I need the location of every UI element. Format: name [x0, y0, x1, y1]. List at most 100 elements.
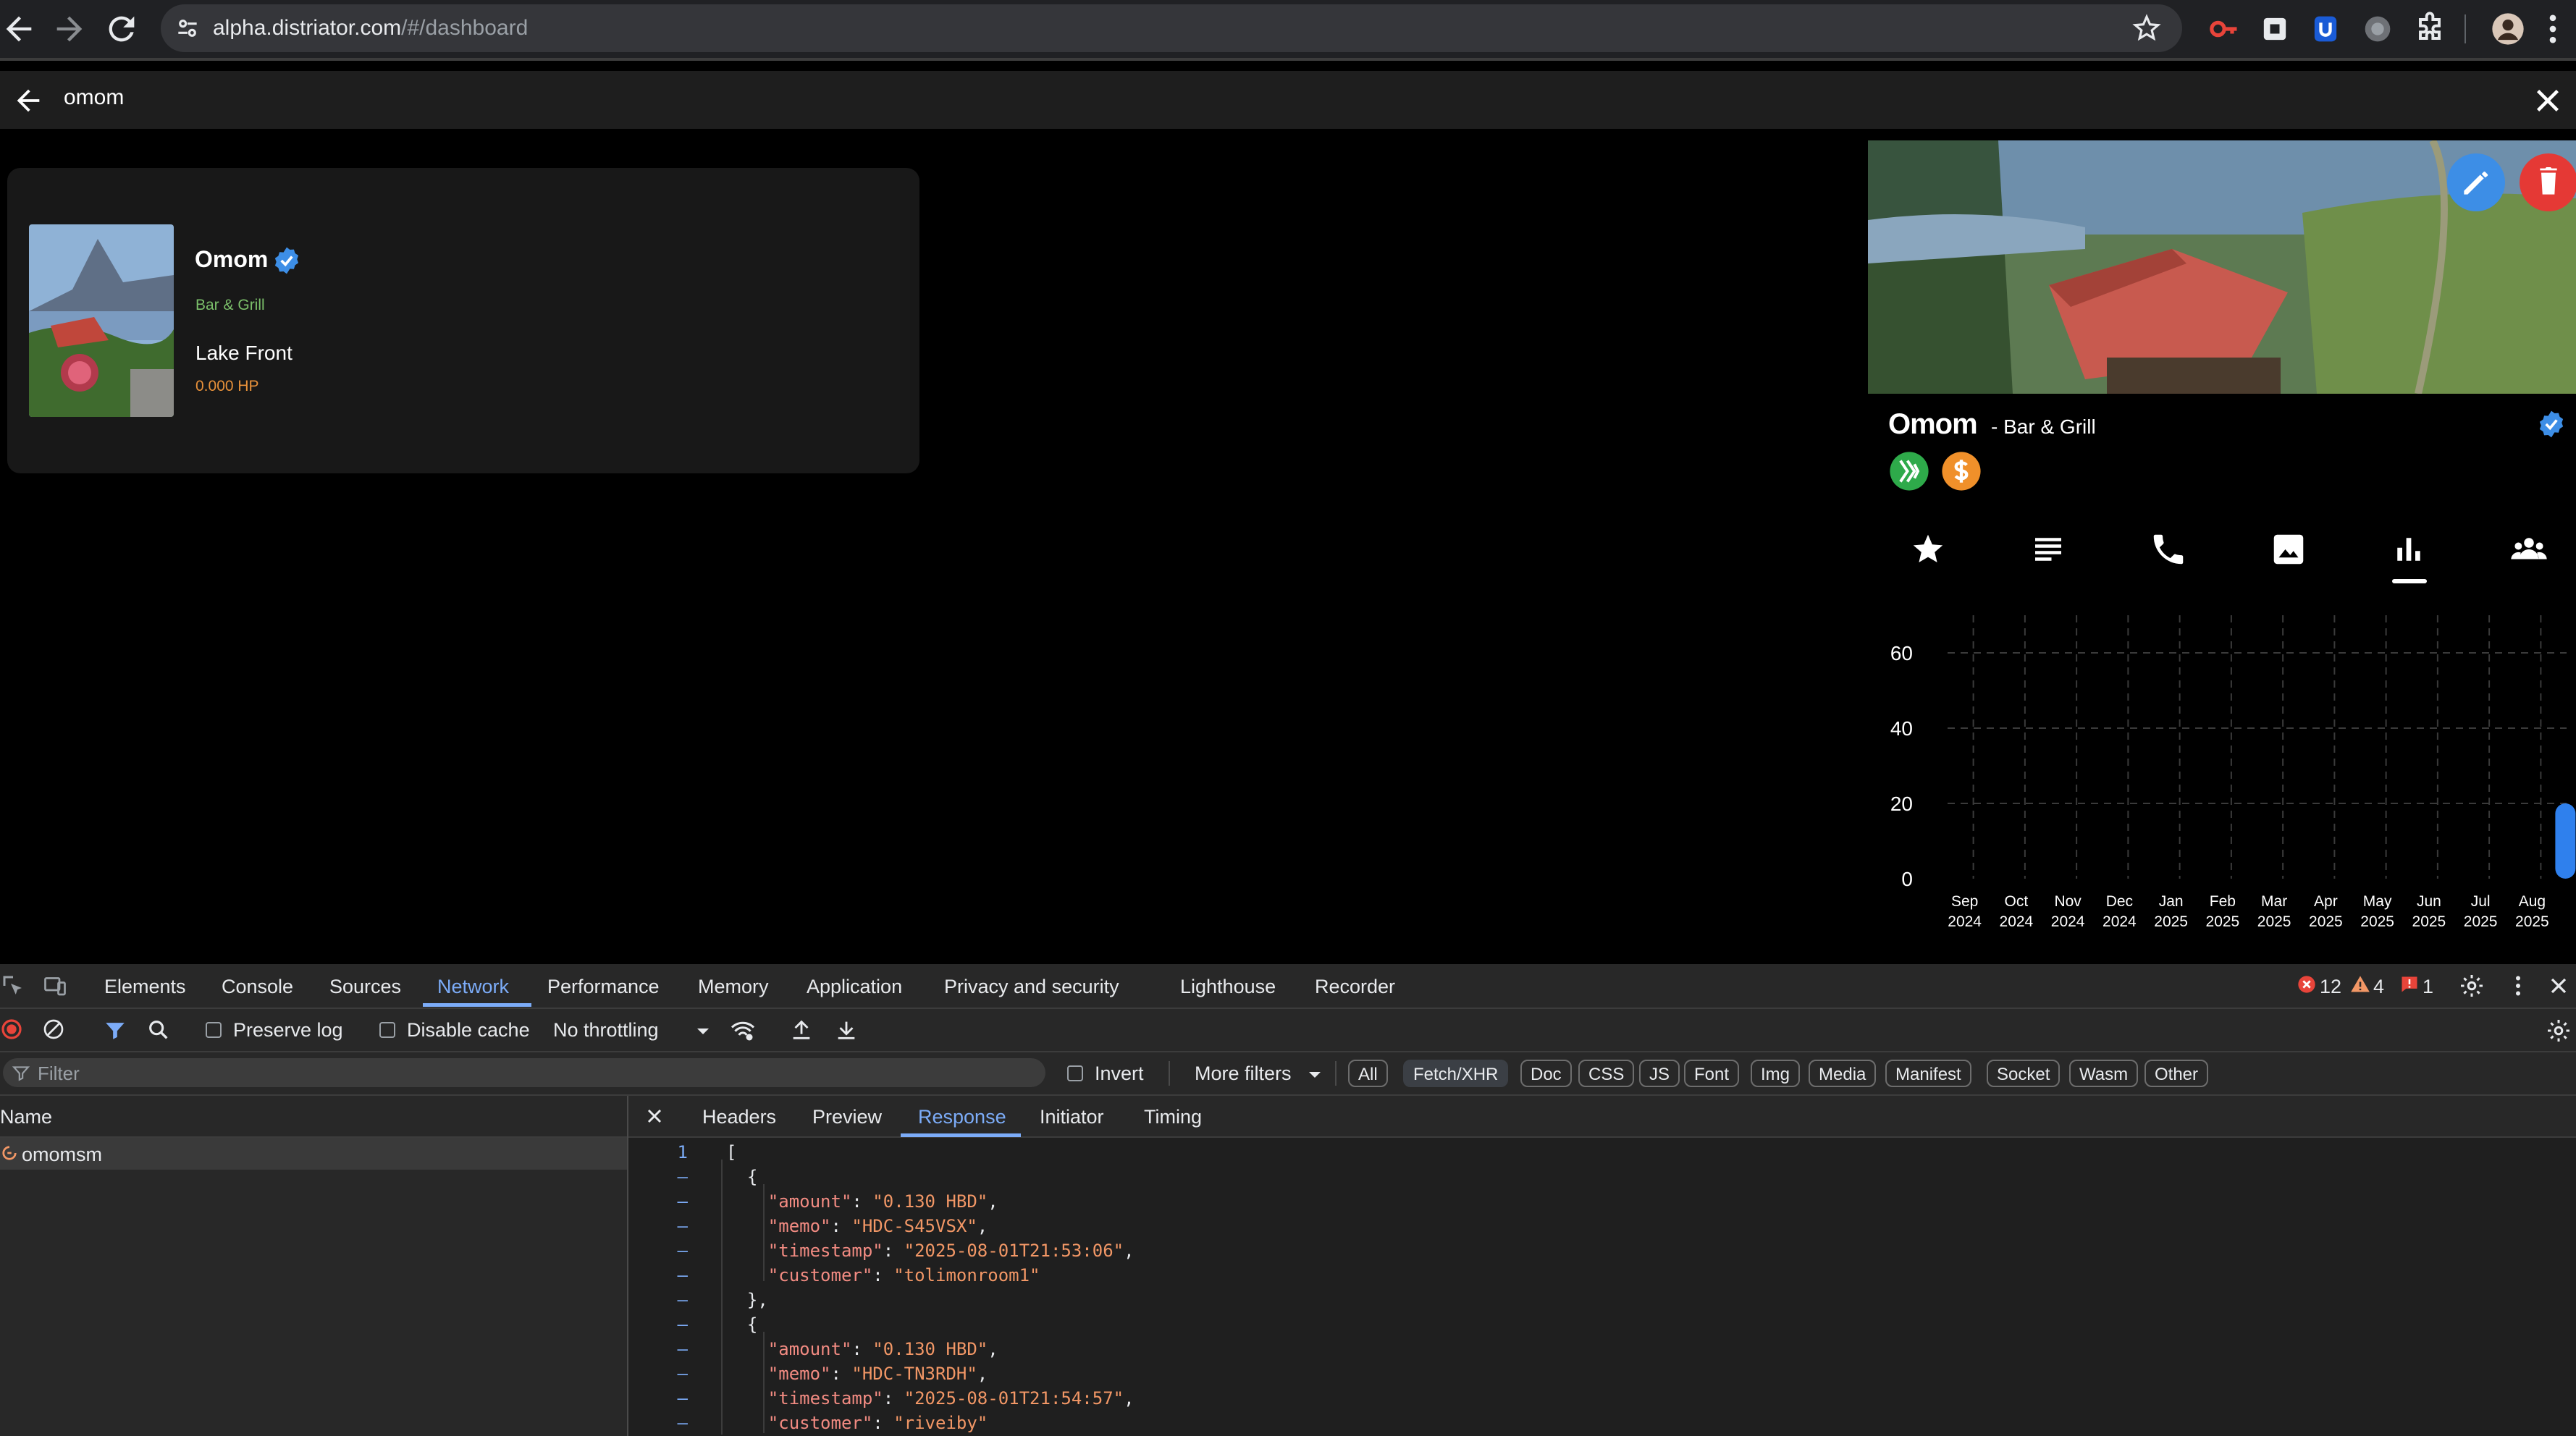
inspect-element-icon[interactable]: [0, 973, 26, 999]
shield-extension-icon[interactable]: [2307, 10, 2344, 48]
tab-console[interactable]: Console: [222, 976, 293, 998]
response-body[interactable]: 1 [– {– "amount": "0.130 HBD", – "memo": "…: [628, 1138, 2576, 1436]
close-details-icon[interactable]: [643, 1105, 666, 1128]
clear-icon[interactable]: [42, 1018, 65, 1041]
filter-input[interactable]: Filter: [3, 1058, 1045, 1087]
phone-icon[interactable]: [2149, 530, 2188, 569]
tab-initiator[interactable]: Initiator: [1040, 1106, 1104, 1128]
profile-avatar[interactable]: [2489, 10, 2527, 48]
address-bar[interactable]: alpha.distriator.com/#/dashboard: [161, 4, 2182, 52]
scan-extension-icon[interactable]: [2256, 10, 2294, 48]
error-count[interactable]: 12: [2320, 976, 2341, 998]
tab-sources[interactable]: Sources: [329, 976, 401, 998]
tab-elements[interactable]: Elements: [104, 976, 186, 998]
business-result-card[interactable]: Omom Bar & Grill Lake Front 0.000 HP: [7, 168, 919, 473]
tab-recorder[interactable]: Recorder: [1315, 976, 1395, 998]
tab-headers[interactable]: Headers: [702, 1106, 776, 1128]
issues-count[interactable]: 1: [2423, 976, 2433, 998]
filter-type-wasm[interactable]: Wasm: [2069, 1060, 2139, 1087]
x-tick-label: Mar: [2261, 893, 2287, 910]
people-icon[interactable]: [2509, 530, 2548, 569]
code-line: [: [726, 1142, 737, 1162]
throttling-select[interactable]: No throttling: [553, 1019, 659, 1042]
upload-icon[interactable]: [789, 1018, 814, 1042]
gallery-icon[interactable]: [2269, 530, 2308, 569]
tab-timing[interactable]: Timing: [1144, 1106, 1202, 1128]
more-filters-chevron-icon[interactable]: [1308, 1070, 1322, 1080]
tab-application[interactable]: Application: [807, 976, 902, 998]
x-tick-label: Jan: [2159, 893, 2184, 910]
xhr-request-icon: [1, 1145, 17, 1161]
tab-preview[interactable]: Preview: [812, 1106, 882, 1128]
code-line: "memo": "HDC-S45VSX",: [767, 1216, 988, 1236]
line-number: –: [677, 1241, 688, 1261]
error-icon[interactable]: [2297, 974, 2317, 994]
x-tick-label: 2025: [2206, 913, 2240, 930]
x-tick-label: Oct: [2005, 893, 2029, 910]
back-icon[interactable]: [0, 10, 38, 48]
code-line: {: [726, 1167, 758, 1187]
network-settings-gear-icon[interactable]: [2546, 1018, 2572, 1044]
filter-type-css[interactable]: CSS: [1578, 1060, 1635, 1087]
filter-type-font[interactable]: Font: [1684, 1060, 1740, 1087]
disable-cache-checkbox[interactable]: [379, 1022, 395, 1038]
download-icon[interactable]: [834, 1018, 859, 1042]
record-stop-icon[interactable]: [0, 1018, 23, 1041]
devtools-tab-bar: Elements Console Sources Network Perform…: [0, 964, 2576, 1009]
warning-count[interactable]: 4: [2373, 976, 2384, 998]
filter-type-media[interactable]: Media: [1809, 1060, 1877, 1087]
chart-bar[interactable]: [2555, 803, 2576, 879]
filter-type-other[interactable]: Other: [2144, 1060, 2209, 1087]
search-icon[interactable]: [146, 1018, 171, 1042]
forward-icon[interactable]: [51, 10, 88, 48]
menu-icon[interactable]: [2534, 10, 2572, 48]
circle-extension-icon[interactable]: [2359, 10, 2396, 48]
name-column-header[interactable]: Name: [0, 1106, 52, 1128]
filter-type-manifest[interactable]: Manifest: [1885, 1060, 1971, 1087]
tab-response[interactable]: Response: [918, 1106, 1006, 1128]
close-devtools-icon[interactable]: [2546, 973, 2572, 999]
reload-icon[interactable]: [103, 10, 140, 48]
verified-badge-icon: [271, 245, 303, 276]
key-extension-icon[interactable]: [2204, 10, 2242, 48]
x-tick-label: Apr: [2314, 893, 2338, 910]
edit-button[interactable]: [2447, 153, 2505, 211]
filter-type-all[interactable]: All: [1348, 1060, 1388, 1087]
settings-gear-icon[interactable]: [2459, 973, 2485, 999]
warning-icon[interactable]: [2350, 974, 2370, 994]
filter-type-js[interactable]: JS: [1639, 1060, 1680, 1087]
site-info-icon[interactable]: [174, 14, 201, 42]
puzzle-icon[interactable]: [2411, 10, 2449, 48]
close-icon[interactable]: [2531, 84, 2564, 117]
search-input[interactable]: omom: [64, 85, 124, 110]
back-arrow-icon[interactable]: [12, 84, 45, 117]
preserve-log-checkbox[interactable]: [206, 1022, 222, 1038]
filter-type-fetch-xhr[interactable]: Fetch/XHR: [1403, 1060, 1509, 1087]
tab-memory[interactable]: Memory: [698, 976, 769, 998]
tab-performance[interactable]: Performance: [547, 976, 660, 998]
filter-type-socket[interactable]: Socket: [1987, 1060, 2061, 1087]
details-icon[interactable]: [2029, 530, 2068, 569]
device-toolbar-icon[interactable]: [42, 973, 68, 999]
bookmark-star-icon[interactable]: [2131, 13, 2162, 43]
stats-icon[interactable]: [2389, 530, 2428, 569]
filter-type-doc[interactable]: Doc: [1520, 1060, 1572, 1087]
filter-icon[interactable]: [103, 1018, 127, 1042]
code-line: "amount": "0.130 HBD",: [767, 1191, 998, 1212]
invert-checkbox[interactable]: [1067, 1065, 1083, 1081]
business-hp: 0.000 HP: [195, 378, 259, 394]
tab-network[interactable]: Network: [437, 976, 509, 998]
y-tick-label: 20: [1890, 793, 1913, 815]
tab-lighthouse[interactable]: Lighthouse: [1180, 976, 1276, 998]
issues-icon[interactable]: [2399, 974, 2420, 994]
star-icon[interactable]: [1908, 530, 1948, 569]
request-name[interactable]: omomsm: [22, 1144, 102, 1166]
more-options-icon[interactable]: [2505, 973, 2531, 999]
chevron-down-icon[interactable]: [695, 1026, 711, 1036]
more-filters-button[interactable]: More filters: [1195, 1063, 1292, 1085]
network-conditions-icon[interactable]: [730, 1018, 756, 1044]
tab-privacy-security[interactable]: Privacy and security: [944, 976, 1119, 998]
delete-button[interactable]: [2520, 153, 2576, 211]
filter-type-img[interactable]: Img: [1751, 1060, 1801, 1087]
table-row[interactable]: omomsm: [0, 1138, 627, 1170]
